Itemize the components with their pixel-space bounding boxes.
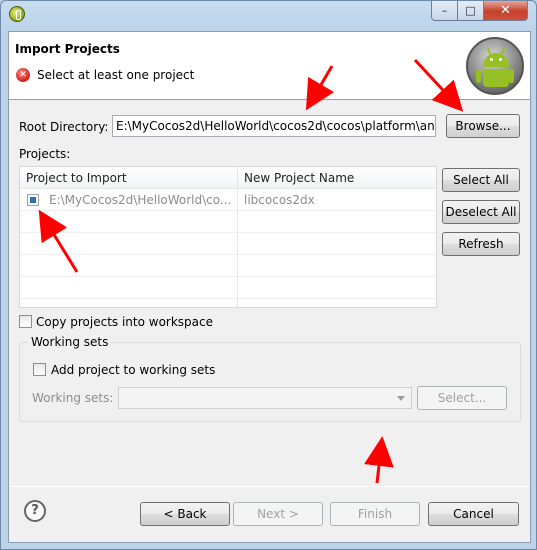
copy-projects-label[interactable]: Copy projects into workspace <box>36 315 213 329</box>
projects-label: Projects: <box>19 147 71 161</box>
table-row <box>20 211 436 233</box>
project-path-cell: E:\MyCocos2d\HelloWorld\co... <box>49 193 232 207</box>
select-all-button[interactable]: Select All <box>442 168 520 192</box>
project-checkbox[interactable] <box>27 194 39 206</box>
footer-separator <box>9 486 530 487</box>
table-row <box>20 233 436 255</box>
working-sets-label: Working sets: <box>32 391 114 405</box>
help-icon[interactable]: ? <box>24 500 46 522</box>
column-header-project[interactable]: Project to Import <box>26 171 127 185</box>
title-bar[interactable]: – □ ✕ <box>1 1 536 29</box>
table-header: Project to Import New Project Name <box>20 167 436 189</box>
working-sets-combo[interactable] <box>118 387 412 409</box>
close-icon: ✕ <box>500 3 511 18</box>
refresh-button[interactable]: Refresh <box>442 232 520 256</box>
add-to-working-sets-label[interactable]: Add project to working sets <box>51 363 215 377</box>
next-button[interactable]: Next > <box>233 502 323 526</box>
finish-button[interactable]: Finish <box>330 502 420 526</box>
back-button[interactable]: < Back <box>140 502 230 526</box>
error-message: Select at least one project <box>37 68 195 82</box>
minimize-button[interactable]: – <box>431 1 458 21</box>
browse-button[interactable]: Browse... <box>446 114 520 138</box>
copy-projects-checkbox[interactable] <box>19 315 32 328</box>
project-name-cell[interactable]: libcocos2dx <box>244 193 315 207</box>
minimize-icon: – <box>441 4 448 17</box>
android-logo-icon <box>466 37 524 95</box>
select-working-sets-button[interactable]: Select... <box>417 386 507 410</box>
root-directory-label: Root Directory: <box>19 120 109 134</box>
table-row <box>20 255 436 277</box>
wizard-header: Import Projects ✕ Select at least one pr… <box>9 32 530 100</box>
projects-table[interactable]: Project to Import New Project Name E:\My… <box>19 166 437 308</box>
cancel-button[interactable]: Cancel <box>428 502 519 526</box>
column-header-new-name[interactable]: New Project Name <box>244 171 354 185</box>
table-row[interactable]: E:\MyCocos2d\HelloWorld\co... libcocos2d… <box>20 189 436 211</box>
maximize-icon: □ <box>465 4 476 17</box>
page-title: Import Projects <box>15 42 120 56</box>
table-row <box>20 277 436 299</box>
maximize-button[interactable]: □ <box>458 1 484 21</box>
working-sets-group: Working sets Add project to working sets… <box>19 335 521 422</box>
working-sets-group-label: Working sets <box>28 335 112 349</box>
dialog-client-area: Import Projects ✕ Select at least one pr… <box>8 31 531 543</box>
import-projects-window: – □ ✕ Import Projects ✕ Select at least … <box>0 0 537 550</box>
eclipse-app-icon <box>9 6 25 22</box>
close-button[interactable]: ✕ <box>484 1 528 21</box>
error-icon: ✕ <box>16 68 30 82</box>
window-controls: – □ ✕ <box>431 1 528 21</box>
add-to-working-sets-checkbox[interactable] <box>33 363 46 376</box>
root-directory-input[interactable]: E:\MyCocos2d\HelloWorld\cocos2d\cocos\pl… <box>112 115 436 137</box>
deselect-all-button[interactable]: Deselect All <box>442 200 520 224</box>
chevron-down-icon <box>397 396 405 401</box>
